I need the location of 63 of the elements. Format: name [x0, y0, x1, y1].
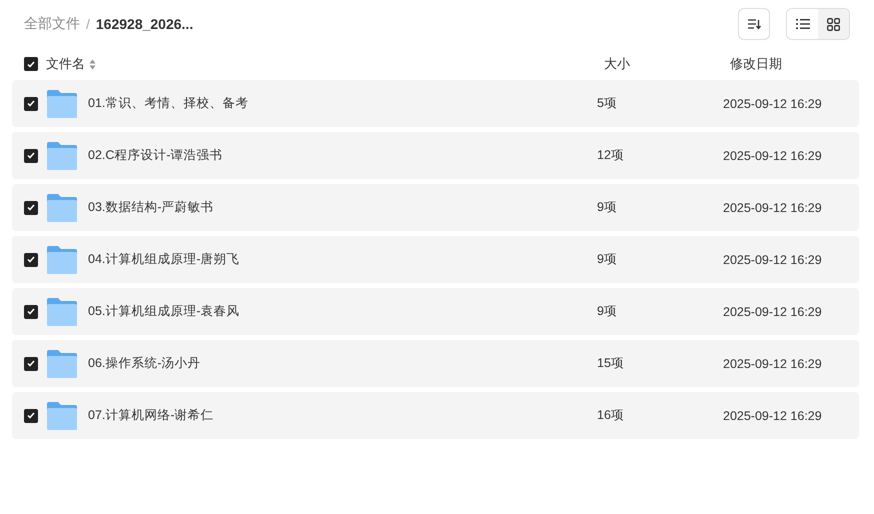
file-name: 05.计算机组成原理-袁春风 [88, 303, 241, 320]
list-icon [796, 18, 810, 30]
checkmark-icon [27, 152, 35, 159]
checkmark-icon [27, 308, 35, 315]
modified-date: 2025-09-12 16:29 [723, 148, 822, 162]
file-name: 06.操作系统-汤小丹 [88, 355, 202, 372]
checkbox[interactable] [24, 408, 38, 422]
folder-icon [47, 350, 77, 378]
checkmark-icon [27, 256, 35, 263]
checkmark-icon [27, 60, 35, 68]
file-row[interactable]: 01.常识、考情、择校、备考 5项 2025-09-12 16:29 [12, 80, 859, 127]
modified-date: 2025-09-12 16:29 [723, 96, 822, 110]
checkmark-icon [27, 412, 35, 419]
modified-date: 2025-09-12 16:29 [723, 304, 822, 318]
sort-toggle-icon[interactable] [89, 58, 96, 70]
breadcrumb-current: 162928_2026... [96, 16, 194, 32]
column-header: 大小 [604, 55, 631, 73]
sort-icon [747, 18, 761, 30]
file-size: 15项 [597, 355, 625, 372]
folder-icon [47, 90, 77, 118]
file-name: 02.C程序设计-谭浩强书 [88, 147, 224, 164]
file-size: 16项 [597, 407, 625, 424]
folder-icon [47, 142, 77, 170]
folder-icon [47, 402, 77, 430]
file-row[interactable]: 03.数据结构-严蔚敏书 9项 2025-09-12 16:29 [12, 184, 859, 231]
file-size: 9项 [597, 199, 618, 216]
checkbox[interactable] [24, 200, 38, 214]
file-size: 9项 [597, 303, 618, 320]
checkmark-icon [27, 100, 35, 107]
column-header: 修改日期 [730, 55, 782, 73]
modified-date: 2025-09-12 16:29 [723, 200, 822, 214]
file-name: 04.计算机组成原理-唐朔飞 [88, 251, 241, 268]
folder-icon [47, 298, 77, 326]
breadcrumb-separator: / [86, 16, 90, 32]
file-row[interactable]: 04.计算机组成原理-唐朔飞 9项 2025-09-12 16:29 [12, 236, 859, 283]
checkbox[interactable] [24, 96, 38, 110]
file-row[interactable]: 06.操作系统-汤小丹 15项 2025-09-12 16:29 [12, 340, 859, 387]
modified-date: 2025-09-12 16:29 [723, 408, 822, 422]
file-row[interactable]: 05.计算机组成原理-袁春风 9项 2025-09-12 16:29 [12, 288, 859, 335]
file-row[interactable]: 02.C程序设计-谭浩强书 12项 2025-09-12 16:29 [12, 132, 859, 179]
file-name: 01.常识、考情、择校、备考 [88, 95, 250, 112]
file-name: 07.计算机网络-谢希仁 [88, 407, 215, 424]
checkbox[interactable] [24, 356, 38, 370]
sort-button[interactable] [738, 8, 770, 40]
modified-date: 2025-09-12 16:29 [723, 252, 822, 266]
file-size: 5项 [597, 95, 618, 112]
file-size: 9项 [597, 251, 618, 268]
file-name: 03.数据结构-严蔚敏书 [88, 199, 215, 216]
folder-icon [47, 246, 77, 274]
checkbox[interactable] [24, 252, 38, 266]
breadcrumb-link[interactable]: 全部文件 [24, 15, 80, 33]
modified-date: 2025-09-12 16:29 [723, 356, 822, 370]
file-row[interactable]: 07.计算机网络-谢希仁 16项 2025-09-12 16:29 [12, 392, 859, 439]
grid-view-button[interactable] [818, 9, 849, 39]
checkbox[interactable] [24, 304, 38, 318]
checkbox[interactable] [24, 57, 38, 71]
grid-icon [827, 18, 840, 30]
checkbox[interactable] [24, 148, 38, 162]
checkmark-icon [27, 204, 35, 211]
column-header: 文件名 [46, 55, 85, 73]
folder-icon [47, 194, 77, 222]
file-size: 12项 [597, 147, 625, 164]
checkmark-icon [27, 360, 35, 367]
